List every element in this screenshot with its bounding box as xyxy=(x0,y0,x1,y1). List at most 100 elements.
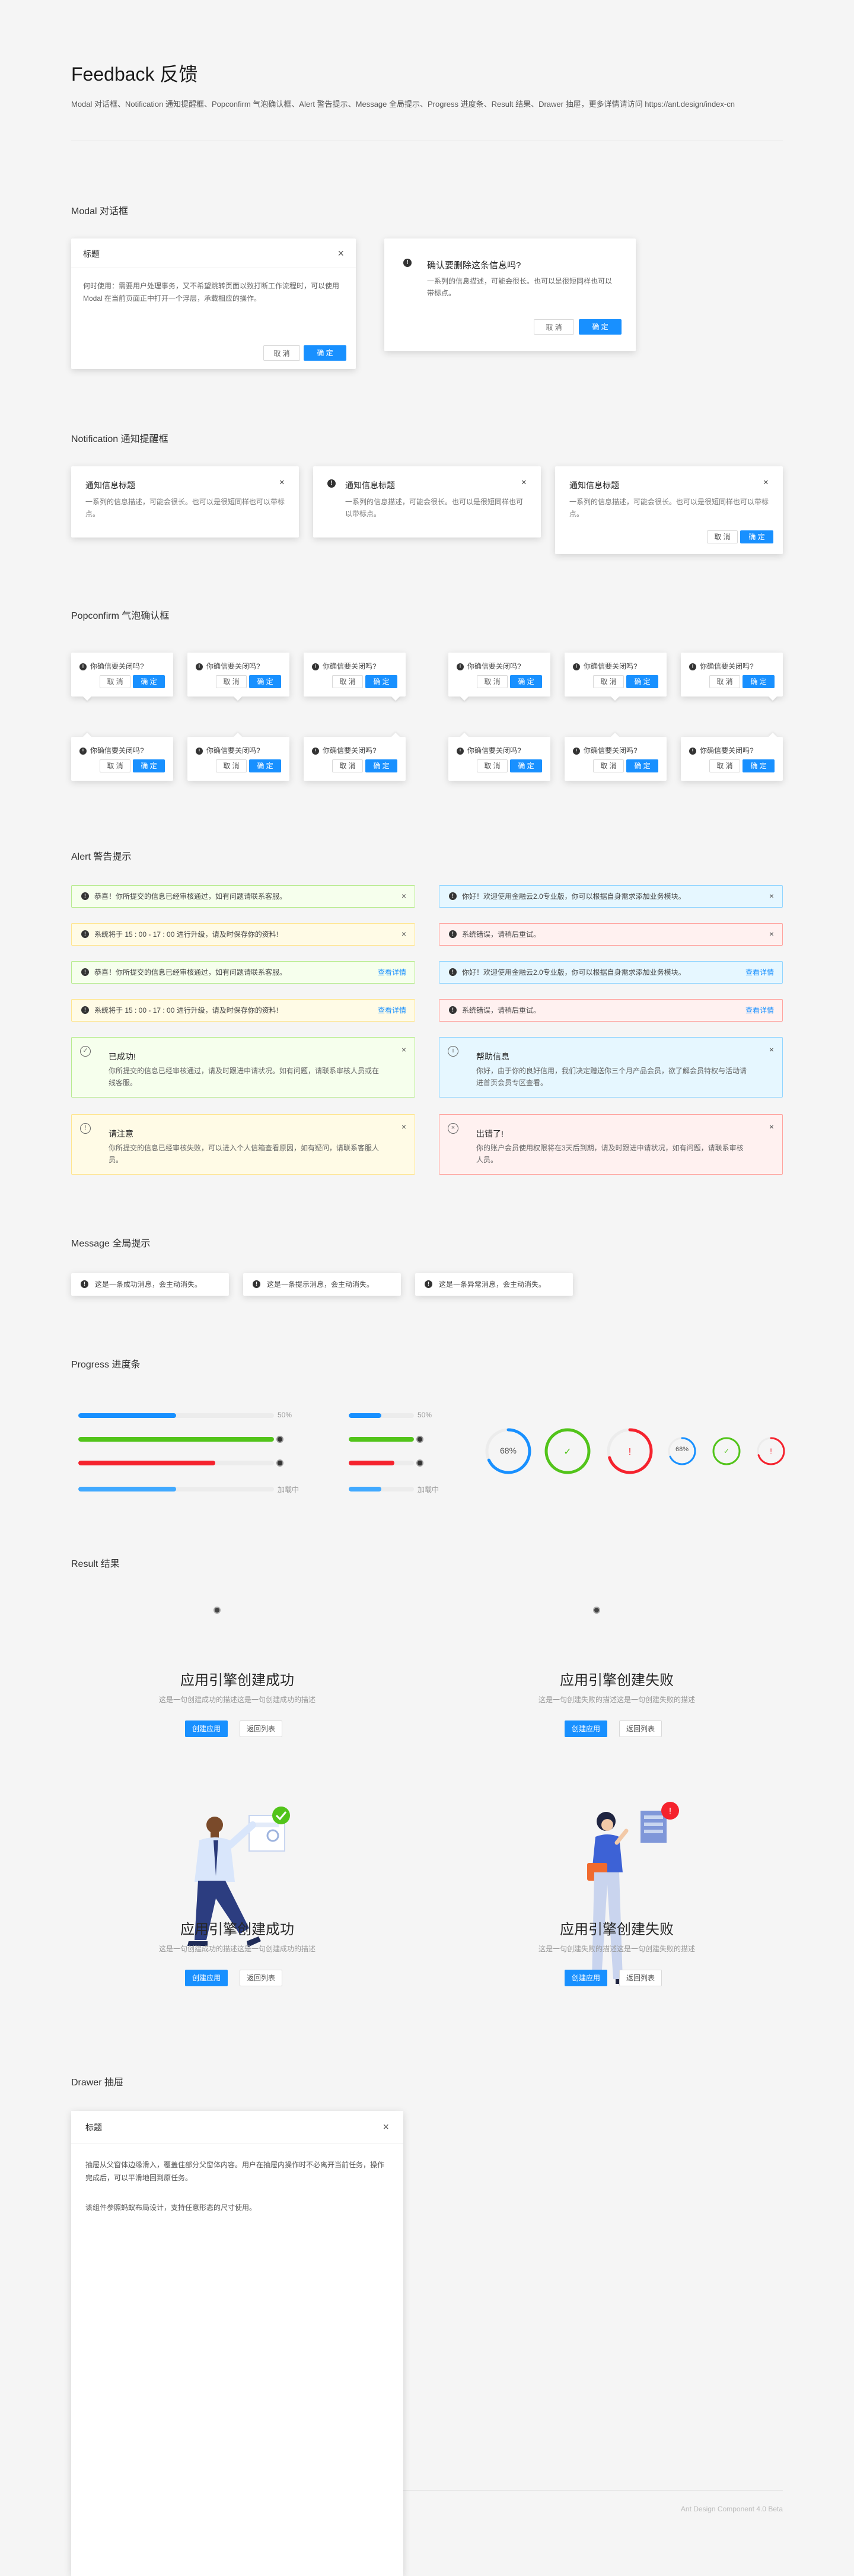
ok-button[interactable]: 确 定 xyxy=(133,675,165,688)
alert-desc: 你所提交的信息已经审核失败，可以进入个人信箱查看原因，如有疑问，请联系客服人员。 xyxy=(109,1144,380,1164)
cancel-button[interactable]: 取 消 xyxy=(477,759,508,772)
cancel-button[interactable]: 取 消 xyxy=(593,675,624,688)
ok-button[interactable]: 确 定 xyxy=(133,759,165,772)
drawer-title: 标题 xyxy=(71,2111,403,2144)
popconfirm: ! 你确信要关闭吗? 取 消 确 定 xyxy=(187,653,289,701)
cancel-button[interactable]: 取 消 xyxy=(216,759,247,772)
back-list-button[interactable]: 返回列表 xyxy=(619,1720,662,1737)
back-list-button[interactable]: 返回列表 xyxy=(619,1970,662,1986)
ok-button[interactable]: 确 定 xyxy=(743,675,775,688)
check-circle-icon: ✓ xyxy=(80,1046,91,1057)
back-list-button[interactable]: 返回列表 xyxy=(240,1720,282,1737)
ok-button[interactable]: 确 定 xyxy=(743,759,775,772)
progress-fill xyxy=(349,1487,381,1491)
close-icon[interactable]: × xyxy=(769,1122,774,1131)
ok-button[interactable]: 确 定 xyxy=(365,675,397,688)
popconfirm: ! 你确信要关闭吗? 取 消 确 定 xyxy=(187,732,289,781)
progress-fill xyxy=(78,1461,215,1465)
page-subtitle: Modal 对话框、Notification 通知提醒框、Popconfirm … xyxy=(71,100,735,109)
close-icon[interactable]: × xyxy=(401,891,406,901)
close-icon[interactable]: × xyxy=(279,478,285,488)
notification-title: 通知信息标题 xyxy=(569,481,619,490)
cancel-button[interactable]: 取 消 xyxy=(707,530,738,543)
popconfirm-text: 你确信要关闭吗? xyxy=(700,662,754,670)
ok-button[interactable]: 确 定 xyxy=(579,319,622,335)
close-icon[interactable]: × xyxy=(337,248,344,259)
cancel-button[interactable]: 取 消 xyxy=(216,675,247,688)
modal-title: 标题 xyxy=(71,238,356,268)
ok-button[interactable]: 确 定 xyxy=(626,759,658,772)
close-icon[interactable]: × xyxy=(521,478,527,488)
popconfirm: ! 你确信要关闭吗? 取 消 确 定 xyxy=(448,653,550,701)
popover-arrow xyxy=(768,692,777,701)
success-icon xyxy=(416,1436,423,1443)
close-icon[interactable]: × xyxy=(763,478,769,488)
ok-button[interactable]: 确 定 xyxy=(249,759,281,772)
cancel-button[interactable]: 取 消 xyxy=(709,675,740,688)
progress-label: 50% xyxy=(418,1411,432,1419)
back-list-button[interactable]: 返回列表 xyxy=(240,1970,282,1986)
close-icon[interactable]: × xyxy=(769,929,774,939)
close-icon[interactable]: × xyxy=(401,1045,406,1054)
section-message: Message 全局提示 xyxy=(71,1239,151,1249)
cancel-button[interactable]: 取 消 xyxy=(100,675,130,688)
exclamation-icon: ! xyxy=(573,663,580,670)
create-app-button[interactable]: 创建应用 xyxy=(565,1970,607,1986)
ok-button[interactable]: 确 定 xyxy=(249,675,281,688)
progress-label: 加载中 xyxy=(418,1486,439,1494)
popover-arrow xyxy=(233,732,243,742)
drawer-panel: 标题 × 抽屉从父窗体边缘滑入，覆盖住部分父窗体内容。用户在抽屉内操作时不必离开… xyxy=(71,2111,403,2576)
exclamation-icon: ! xyxy=(689,747,696,755)
close-icon[interactable]: × xyxy=(769,1045,774,1054)
ok-button[interactable]: 确 定 xyxy=(740,530,773,543)
view-details-link[interactable]: 查看详情 xyxy=(745,1000,774,1021)
popconfirm: ! 你确信要关闭吗? 取 消 确 定 xyxy=(71,732,173,781)
progress-fill xyxy=(78,1413,176,1418)
cancel-button[interactable]: 取 消 xyxy=(593,759,624,772)
ok-button[interactable]: 确 定 xyxy=(510,675,542,688)
view-details-link[interactable]: 查看详情 xyxy=(745,962,774,983)
footer-text: Ant Design Component 4.0 Beta xyxy=(680,2505,783,2513)
check-icon: ✓ xyxy=(724,1447,729,1455)
cancel-button[interactable]: 取 消 xyxy=(709,759,740,772)
cancel-button[interactable]: 取 消 xyxy=(263,345,300,361)
page-title: Feedback 反馈 xyxy=(71,63,198,85)
message-text: 这是一条提示消息，会主动消失。 xyxy=(267,1280,374,1289)
error-icon xyxy=(276,1459,283,1467)
view-details-link[interactable]: 查看详情 xyxy=(378,962,406,983)
ok-button[interactable]: 确 定 xyxy=(510,759,542,772)
info-icon: ! xyxy=(449,968,457,976)
cancel-button[interactable]: 取 消 xyxy=(100,759,130,772)
progress-bar xyxy=(349,1413,414,1418)
create-app-button[interactable]: 创建应用 xyxy=(185,1970,228,1986)
info-icon: ! xyxy=(449,892,457,900)
exclamation-icon: ! xyxy=(79,747,87,755)
close-icon[interactable]: × xyxy=(401,929,406,939)
ok-button[interactable]: 确 定 xyxy=(626,675,658,688)
cancel-button[interactable]: 取 消 xyxy=(477,675,508,688)
create-app-button[interactable]: 创建应用 xyxy=(185,1720,228,1737)
alert-info: ! 你好！欢迎使用金融云2.0专业版，你可以根据自身需求添加业务模块。 × xyxy=(439,885,783,908)
ok-button[interactable]: 确 定 xyxy=(304,345,346,361)
cancel-button[interactable]: 取 消 xyxy=(332,675,363,688)
popconfirm: ! 你确信要关闭吗? 取 消 确 定 xyxy=(681,732,783,781)
close-icon[interactable]: × xyxy=(401,1122,406,1131)
cancel-button[interactable]: 取 消 xyxy=(332,759,363,772)
cancel-button[interactable]: 取 消 xyxy=(534,319,574,335)
progress-bar xyxy=(349,1487,414,1491)
create-app-button[interactable]: 创建应用 xyxy=(565,1720,607,1737)
popconfirm-text: 你确信要关闭吗? xyxy=(584,662,638,670)
notification-desc: 一系列的信息描述，可能会很长。也可以是很短同样也可以带标点。 xyxy=(85,498,285,518)
message-icon: ! xyxy=(81,1280,88,1288)
alert-desc: 你的账户会员使用权限将在3天后到期，请及时跟进申请状况，如有问题，请联系审核人员… xyxy=(476,1144,744,1164)
exclamation-icon: ! xyxy=(629,1447,631,1457)
popconfirm-text: 你确信要关闭吗? xyxy=(206,746,260,755)
view-details-link[interactable]: 查看详情 xyxy=(378,1000,406,1021)
ok-button[interactable]: 确 定 xyxy=(365,759,397,772)
close-icon[interactable]: × xyxy=(383,2122,389,2132)
notification-title: 通知信息标题 xyxy=(85,481,135,490)
notification-title: 通知信息标题 xyxy=(345,481,395,490)
message-toast: ! 这是一条成功消息，会主动消失。 xyxy=(71,1273,229,1296)
close-icon[interactable]: × xyxy=(769,891,774,901)
exclamation-icon: ! xyxy=(689,663,696,670)
